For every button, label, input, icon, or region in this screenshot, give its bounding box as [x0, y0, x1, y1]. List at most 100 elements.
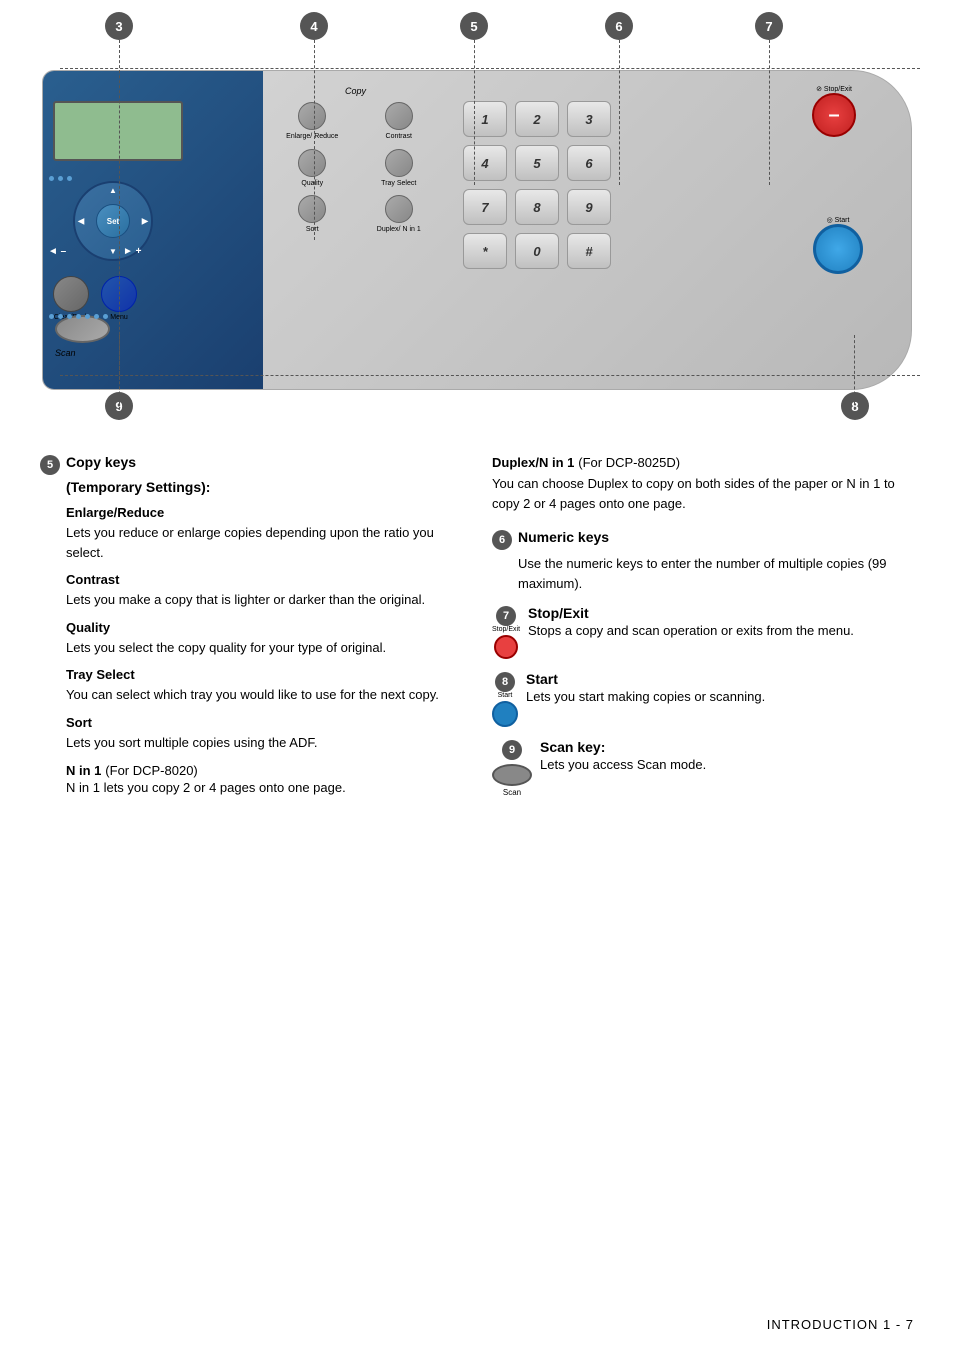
contrast-item: Contrast — [360, 102, 439, 141]
nav-left-arrow: ◀ — [78, 217, 84, 226]
stop-exit-label-above: ⊘ Stop/Exit — [812, 85, 856, 93]
tray-select-label: Tray Select — [381, 180, 416, 188]
enlarge-reduce-item: Enlarge/ Reduce — [273, 102, 352, 141]
copy-btns-row1: Enlarge/ Reduce Contrast — [273, 102, 438, 141]
num-6-button[interactable]: 6 — [567, 145, 611, 181]
left-column: 5 Copy keys (Temporary Settings): Enlarg… — [40, 440, 462, 800]
stop-exit-section: 7 Stop/Exit Stop/Exit Stops a copy and s… — [492, 605, 914, 659]
callout-7: 7 — [755, 12, 783, 40]
content-area: 5 Copy keys (Temporary Settings): Enlarg… — [0, 430, 954, 840]
copy-btns-row2: Quality Tray Select — [273, 149, 438, 188]
numeric-keys-heading: Numeric keys — [518, 529, 609, 545]
display-screen — [53, 101, 183, 161]
duplex-block: Duplex/N in 1 (For DCP-8025D) You can ch… — [492, 454, 914, 513]
right-column: Duplex/N in 1 (For DCP-8025D) You can ch… — [492, 440, 914, 800]
stop-exit-text: Stop/Exit Stops a copy and scan operatio… — [528, 605, 854, 643]
stop-exit-body: Stops a copy and scan operation or exits… — [528, 621, 854, 641]
num-0-button[interactable]: 0 — [515, 233, 559, 269]
num-4-button[interactable]: 4 — [463, 145, 507, 181]
dashed-line-4 — [314, 40, 315, 240]
clear-back-button[interactable] — [53, 276, 89, 312]
start-section: 8 Start Start Lets you start making copi… — [492, 671, 914, 727]
quality-heading: Quality — [66, 620, 462, 635]
enlarge-reduce-heading: Enlarge/Reduce — [66, 505, 462, 520]
n-in-1-block: N in 1 (For DCP-8020) N in 1 lets you co… — [66, 762, 462, 798]
nav-down-arrow: ▼ — [109, 247, 117, 256]
scan-key-body: Lets you access Scan mode. — [540, 755, 706, 775]
stop-exit-section-badge: 7 — [496, 606, 516, 626]
numeric-keys-heading-row: 6 Numeric keys — [492, 529, 914, 550]
n-in-1-heading: N in 1 — [66, 763, 101, 778]
set-label: Set — [107, 217, 119, 226]
enlarge-reduce-body: Lets you reduce or enlarge copies depend… — [66, 523, 462, 562]
start-icon — [492, 701, 518, 727]
scan-key-text: Scan key: Lets you access Scan mode. — [540, 739, 706, 777]
numeric-keys-content: Use the numeric keys to enter the number… — [518, 554, 914, 593]
enlarge-reduce-label: Enlarge/ Reduce — [286, 133, 338, 141]
start-area: ◎ Start — [813, 216, 863, 274]
temp-settings-heading: (Temporary Settings): — [66, 479, 462, 495]
num-5-button[interactable]: 5 — [515, 145, 559, 181]
n-in-1-suffix-text: (For DCP-8020) — [105, 763, 197, 778]
start-button[interactable] — [813, 224, 863, 274]
contrast-heading: Contrast — [66, 572, 462, 587]
scan-area: Scan — [55, 315, 110, 359]
start-small-label: Start — [498, 692, 513, 699]
device-diagram: 3 4 5 6 7 — [0, 0, 954, 430]
numeric-keys-badge: 6 — [492, 530, 512, 550]
num-3-button[interactable]: 3 — [567, 101, 611, 137]
set-button[interactable]: Set — [96, 204, 130, 238]
scan-oval-button[interactable] — [55, 315, 110, 343]
quality-item: Quality — [273, 149, 352, 188]
start-heading: Start — [526, 671, 558, 687]
stop-exit-small-label: Stop/Exit — [492, 626, 520, 633]
sort-body: Lets you sort multiple copies using the … — [66, 733, 462, 753]
num-7-button[interactable]: 7 — [463, 189, 507, 225]
start-icon-col: 8 Start — [492, 671, 518, 727]
page-footer: INTRODUCTION 1 - 7 — [767, 1317, 914, 1332]
num-star-button[interactable]: * — [463, 233, 507, 269]
num-1-button[interactable]: 1 — [463, 101, 507, 137]
callout-3: 3 — [105, 12, 133, 40]
tray-select-heading: Tray Select — [66, 667, 462, 682]
copy-section: Copy Enlarge/ Reduce Contrast Quality — [273, 86, 438, 234]
scan-key-heading: Scan key: — [540, 739, 605, 755]
num-9-button[interactable]: 9 — [567, 189, 611, 225]
num-hash-button[interactable]: # — [567, 233, 611, 269]
contrast-label: Contrast — [386, 133, 412, 141]
duplex-button[interactable] — [385, 195, 413, 223]
plus-indicator: ► + — [123, 246, 142, 257]
contrast-button[interactable] — [385, 102, 413, 130]
num-2-button[interactable]: 2 — [515, 101, 559, 137]
num-8-button[interactable]: 8 — [515, 189, 559, 225]
copy-keys-content: (Temporary Settings): Enlarge/Reduce Let… — [66, 479, 462, 798]
enlarge-reduce-button[interactable] — [298, 102, 326, 130]
duplex-suffix: (For DCP-8025D) — [578, 455, 680, 470]
copy-keys-heading: Copy keys — [66, 454, 136, 470]
contrast-body: Lets you make a copy that is lighter or … — [66, 590, 462, 610]
copy-btns-row3: Sort Duplex/ N in 1 — [273, 195, 438, 234]
tray-select-item: Tray Select — [360, 149, 439, 188]
dot-matrix-top — [47, 75, 247, 83]
left-section: ▲ ▼ ◀ ▶ Set ◄ – ► + Clear/Back — [43, 71, 263, 389]
stop-exit-button[interactable]: – — [812, 93, 856, 137]
dot-row-left — [49, 176, 72, 181]
start-label-above: ◎ Start — [813, 216, 863, 224]
tray-select-button[interactable] — [385, 149, 413, 177]
copy-keys-heading-row: 5 Copy keys — [40, 454, 462, 475]
stop-exit-icon-col: 7 Stop/Exit — [492, 605, 520, 659]
copy-title: Copy — [273, 86, 438, 96]
start-body: Lets you start making copies or scanning… — [526, 687, 765, 707]
scan-text: Scan — [55, 348, 76, 358]
nav-up-arrow: ▲ — [109, 186, 117, 195]
dashed-line-5 — [474, 40, 475, 185]
stop-exit-icon — [494, 635, 518, 659]
footer-text: INTRODUCTION 1 - 7 — [767, 1317, 914, 1332]
scan-key-oval-icon — [492, 764, 532, 786]
quality-button[interactable] — [298, 149, 326, 177]
duplex-heading: Duplex/N in 1 — [492, 455, 574, 470]
dashed-line-h2 — [60, 375, 920, 376]
minus-indicator: ◄ – — [48, 246, 66, 257]
dashed-line-6 — [619, 40, 620, 185]
sort-button[interactable] — [298, 195, 326, 223]
